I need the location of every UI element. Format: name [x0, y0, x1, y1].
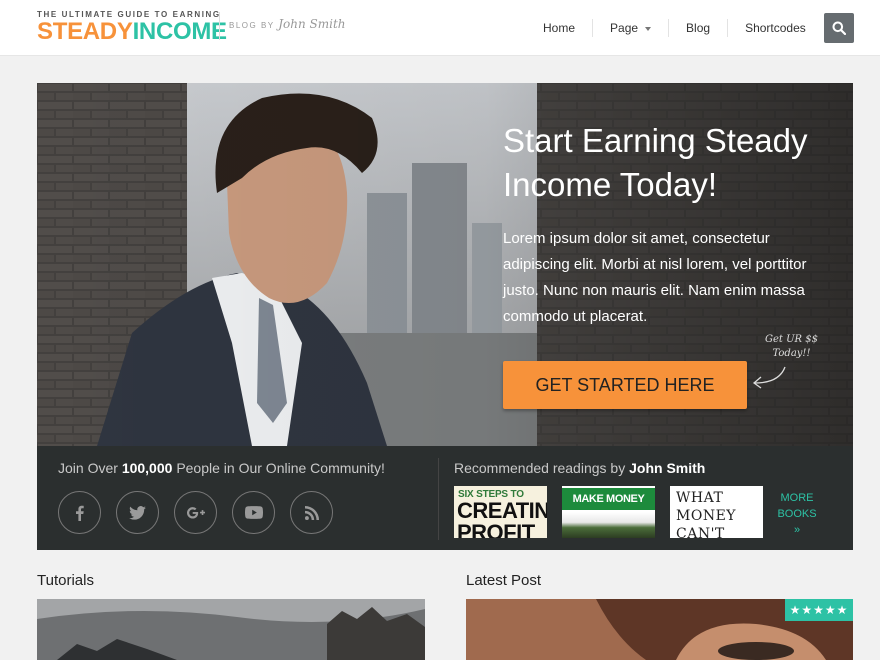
double-chevron-right-icon: » — [793, 524, 801, 536]
curved-arrow-icon — [752, 366, 786, 389]
book2-title: MAKE MONEY ONLINE — [562, 488, 655, 527]
nav-home[interactable]: Home — [526, 19, 594, 37]
hero-title: Start Earning Steady Income Today! — [503, 122, 808, 203]
rating-stars: ★★★★★ — [785, 599, 853, 621]
facebook-link[interactable] — [58, 491, 101, 534]
youtube-link[interactable] — [232, 491, 275, 534]
rec-prefix: Recommended readings by — [454, 460, 626, 476]
book3-line2: MONEY — [676, 508, 737, 524]
nav-page-label: Page — [610, 21, 639, 35]
facebook-icon — [75, 505, 84, 521]
hand-note-line2: Today!! — [772, 348, 811, 359]
get-started-button[interactable]: GET STARTED HERE — [503, 361, 747, 409]
site-logo[interactable]: THE ULTIMATE GUIDE TO EARNING STEADYINCO… — [37, 10, 227, 44]
twitter-icon — [129, 505, 146, 520]
blog-author: John Smith — [278, 17, 346, 31]
recommended-readings-text: Recommended readings by John Smith — [454, 460, 705, 476]
rss-link[interactable] — [290, 491, 333, 534]
book-cover-what-money-cant[interactable]: WHAT MONEY CAN'T — [670, 486, 763, 538]
more-books-line2: BOOKS — [777, 508, 817, 520]
join-prefix: Join Over — [58, 460, 118, 476]
hero-body: Lorem ipsum dolor sit amet, consectetur … — [503, 230, 807, 325]
join-count: 100,000 — [121, 460, 173, 476]
book3-line3: CAN'T — [676, 526, 725, 538]
logo-divider — [219, 12, 220, 40]
book-cover-six-steps[interactable]: SIX STEPS TO CREATING PROFIT — [454, 486, 547, 538]
book1-line2: CREATING — [457, 498, 547, 523]
blog-by-label: BLOG BY John Smith — [229, 17, 346, 31]
logo-income: INCOME — [132, 18, 228, 45]
nav-blog[interactable]: Blog — [669, 19, 729, 37]
latest-post-heading: Latest Post — [466, 572, 542, 589]
nav-page[interactable]: Page — [593, 19, 670, 37]
chevron-down-icon — [645, 26, 652, 31]
join-community-text: Join Over 100,000 People in Our Online C… — [58, 460, 385, 476]
google-plus-icon — [186, 506, 205, 519]
more-books-link[interactable]: MORE BOOKS » — [773, 490, 821, 538]
community-bar: Join Over 100,000 People in Our Online C… — [37, 446, 853, 550]
search-icon — [832, 21, 846, 35]
book3-line1: WHAT — [676, 490, 724, 506]
hand-note: Get UR $$ Today!! — [765, 333, 818, 361]
tutorials-image[interactable] — [37, 599, 425, 660]
rec-author: John Smith — [629, 460, 706, 476]
google-plus-link[interactable] — [174, 491, 217, 534]
more-books-line1: MORE — [780, 492, 814, 504]
hand-note-line1: Get UR $$ — [765, 334, 818, 345]
nav-shortcodes[interactable]: Shortcodes — [728, 19, 823, 37]
blog-by-text: BLOG BY — [229, 21, 275, 30]
social-links — [58, 491, 333, 534]
book-cover-make-money-online[interactable]: MAKE MONEY ONLINE — [562, 486, 655, 538]
hero-banner: Start Earning Steady Income Today! Lorem… — [37, 83, 853, 446]
site-header: THE ULTIMATE GUIDE TO EARNING STEADYINCO… — [0, 0, 880, 56]
join-suffix: People in Our Online Community! — [176, 460, 385, 476]
tutorials-heading: Tutorials — [37, 572, 94, 589]
logo-steady: STEADY — [37, 18, 133, 45]
rss-icon — [304, 505, 319, 520]
latest-post-image[interactable]: ★★★★★ — [466, 599, 853, 660]
youtube-icon — [244, 506, 263, 519]
twitter-link[interactable] — [116, 491, 159, 534]
main-nav: Home Page Blog Shortcodes — [526, 0, 823, 56]
community-divider — [438, 458, 439, 540]
logo-wordmark: STEADYINCOME — [37, 20, 227, 44]
book2-image — [562, 512, 655, 538]
book1-line3: PROFIT — [457, 520, 535, 539]
search-button[interactable] — [824, 13, 854, 43]
tutorials-thumbnail — [37, 599, 425, 660]
